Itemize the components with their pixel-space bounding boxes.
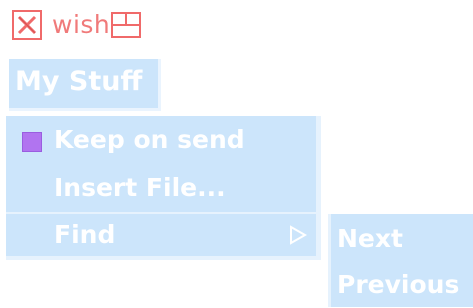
menu-item-insert-file[interactable]: Insert File... — [6, 164, 316, 212]
find-submenu: Next Previous — [328, 214, 473, 307]
submenu-item-next[interactable]: Next — [331, 216, 473, 262]
checkbox-indicator[interactable] — [22, 132, 42, 152]
my-stuff-menubutton[interactable]: My Stuff — [9, 59, 161, 111]
window-icon[interactable] — [109, 8, 143, 42]
menu-item-find[interactable]: Find — [6, 212, 316, 254]
menu-item-label: Insert File... — [54, 173, 226, 202]
x-icon[interactable] — [12, 10, 42, 40]
menu-item-label: Keep on send — [54, 125, 245, 154]
window-titlebar: wish — [12, 8, 143, 42]
cascade-arrow-icon — [290, 225, 308, 245]
menu-item-keep-on-send[interactable]: Keep on send — [6, 116, 316, 164]
window-title: wish — [52, 10, 111, 39]
submenu-item-previous[interactable]: Previous — [331, 262, 473, 308]
dropdown-menu: Keep on send Insert File... Find — [6, 116, 321, 260]
menu-item-label: Find — [54, 220, 116, 249]
